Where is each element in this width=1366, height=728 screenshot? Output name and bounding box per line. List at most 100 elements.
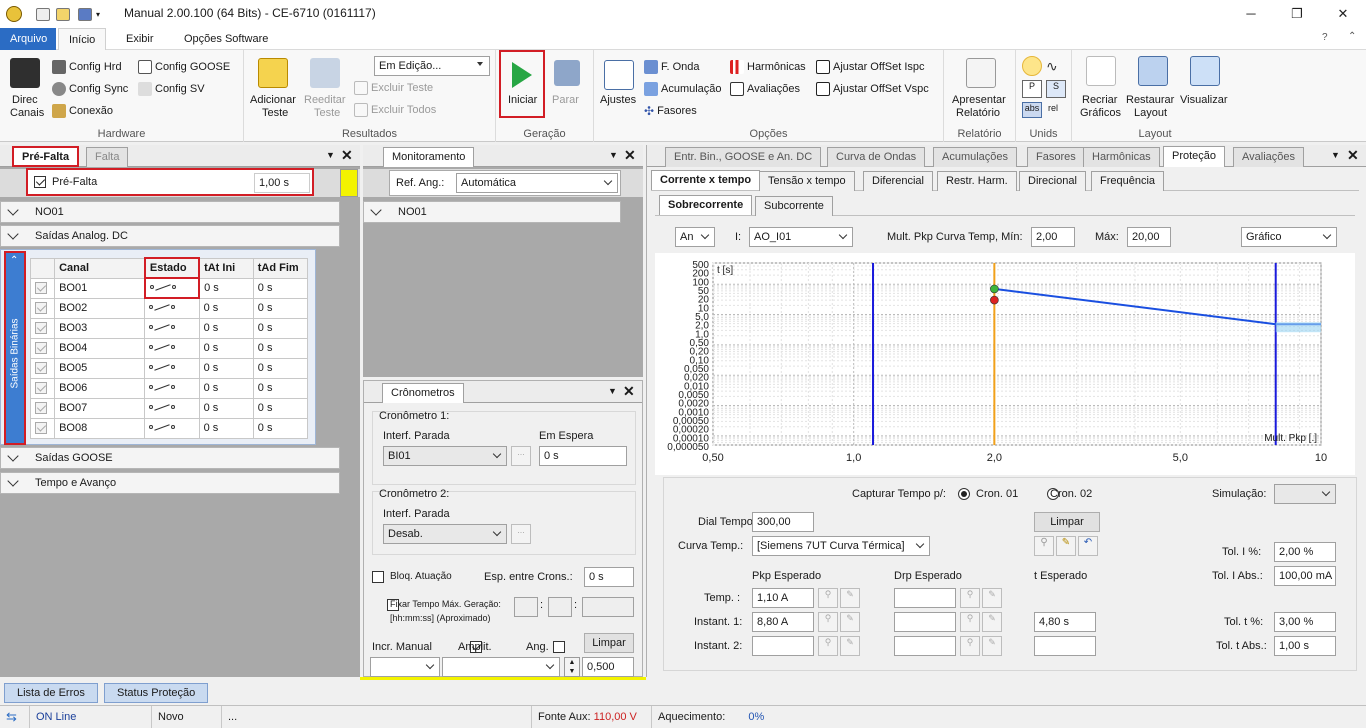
table-row[interactable]: BO08 0 s0 s	[29, 417, 309, 439]
apresentar-label[interactable]: Apresentar	[952, 94, 1006, 106]
save-icon[interactable]	[78, 8, 92, 21]
row-checkbox-cell[interactable]	[29, 397, 56, 419]
tab-arquivo[interactable]: Arquivo	[0, 28, 56, 50]
tad-fim-cell[interactable]: 0 s	[252, 377, 309, 399]
tab-lista-de-erros[interactable]: Lista de Erros	[4, 683, 98, 703]
config-hrd-button[interactable]: Config Hrd	[52, 60, 122, 74]
close-panel-icon[interactable]: ✕	[623, 383, 635, 400]
conexao-button[interactable]: Conexão	[52, 104, 113, 118]
espera-input[interactable]: 0 s	[539, 446, 627, 466]
collapse-ribbon-icon[interactable]: ⌃	[1348, 31, 1356, 42]
tab-inicio[interactable]: Início	[58, 28, 107, 50]
tat-ini-cell[interactable]: 0 s	[198, 297, 254, 319]
c2-interf-select[interactable]: Desab.	[383, 524, 507, 544]
row-checkbox-cell[interactable]	[29, 357, 56, 379]
table-row[interactable]: BO07 0 s0 s	[29, 397, 309, 419]
tat-ini-cell[interactable]: 0 s	[198, 277, 254, 299]
canais-label[interactable]: Canais	[10, 107, 44, 119]
instant-2-t-input[interactable]	[1034, 636, 1096, 656]
tab-exibir[interactable]: Exibir	[116, 28, 164, 50]
time-current-chart[interactable]: 0,50 1,0 2,0 5,0 105002001005020105,02,01,00…	[655, 253, 1355, 475]
panel-menu-icon[interactable]: ▼	[326, 150, 335, 160]
config-sv-button[interactable]: Config SV	[138, 82, 205, 96]
primary-units-icon[interactable]: P	[1022, 80, 1042, 98]
adicionar-teste-icon[interactable]	[258, 58, 288, 88]
recriar-label[interactable]: Recriar	[1082, 94, 1117, 106]
close-panel-icon[interactable]: ✕	[1347, 147, 1359, 164]
subtab-corrente-x-tempo[interactable]: Corrente x tempo	[651, 170, 761, 190]
adicionar-label[interactable]: Adicionar	[250, 94, 296, 106]
tab-protecao[interactable]: Proteção	[1163, 146, 1226, 167]
close-panel-icon[interactable]: ✕	[624, 147, 636, 164]
clock-icon[interactable]	[1022, 56, 1042, 76]
inst1-pkp-brush-icon[interactable]: ✎	[840, 612, 860, 632]
tad-fim-cell[interactable]: 0 s	[252, 357, 309, 379]
iniciar-button[interactable]: Iniciar	[508, 94, 537, 106]
c2-browse-button[interactable]: ...	[511, 524, 531, 544]
tab-avaliacoes[interactable]: Avaliações	[1233, 147, 1304, 167]
temp-drp-input[interactable]	[894, 588, 956, 608]
row-enable-checkbox[interactable]	[35, 422, 47, 435]
harmonicas-button[interactable]: Harmônicas	[730, 60, 806, 74]
tat-ini-cell[interactable]: 0 s	[198, 317, 254, 339]
ajustes-button[interactable]: Ajustes	[600, 94, 636, 106]
inst2-pkp-zoom-icon[interactable]: ⚲	[818, 636, 838, 656]
tat-ini-cell[interactable]: 0 s	[198, 397, 254, 419]
tab-harmonicas[interactable]: Harmônicas	[1083, 147, 1160, 167]
play-icon[interactable]	[512, 62, 532, 88]
subtab-restr-harm[interactable]: Restr. Harm.	[937, 171, 1017, 191]
row-enable-checkbox[interactable]	[35, 342, 47, 355]
section-tempo-e-avanco[interactable]: Tempo e Avanço	[0, 472, 340, 494]
row-enable-checkbox[interactable]	[35, 402, 47, 415]
instant-1-drp-input[interactable]	[894, 612, 956, 632]
tat-ini-cell[interactable]: 0 s	[198, 417, 254, 439]
monitor-section-no01[interactable]: NO01	[363, 201, 621, 223]
rel-toggle[interactable]: rel	[1048, 103, 1058, 113]
report-icon[interactable]	[966, 58, 996, 88]
minimize-button[interactable]: ─	[1228, 0, 1274, 28]
temp-drp-zoom-icon[interactable]: ⚲	[960, 588, 980, 608]
tab-acumulacoes[interactable]: Acumulações	[933, 147, 1018, 167]
curva-temp-select[interactable]: [Siemens 7UT Curva Térmica]	[752, 536, 930, 556]
subtab-diferencial[interactable]: Diferencial	[863, 171, 933, 191]
tol-t-abs-input[interactable]: 1,00 s	[1274, 636, 1336, 656]
section-saidas-goose[interactable]: Saídas GOOSE	[0, 447, 340, 469]
tab-opcoes-software[interactable]: Opções Software	[174, 28, 278, 50]
config-sync-button[interactable]: Config Sync	[52, 82, 128, 96]
fasores-button[interactable]: ✣ Fasores	[644, 104, 697, 118]
section-saidas-analog-dc[interactable]: Saídas Analog. DC	[0, 225, 340, 247]
tad-fim-cell[interactable]: 0 s	[252, 317, 309, 339]
table-row[interactable]: BO06 0 s0 s	[29, 377, 309, 399]
fixar-hh-input[interactable]	[514, 597, 538, 617]
row-enable-checkbox[interactable]	[35, 322, 47, 335]
inst1-pkp-zoom-icon[interactable]: ⚲	[818, 612, 838, 632]
ajustar-offset-vspc-button[interactable]: Ajustar OffSet Vspc	[816, 82, 929, 96]
undo-icon[interactable]: ↶	[1078, 536, 1098, 556]
instant-2-pkp-input[interactable]	[752, 636, 814, 656]
subtab-subcorrente[interactable]: Subcorrente	[755, 196, 833, 216]
ang-checkbox[interactable]	[553, 641, 566, 654]
temp-drp-brush-icon[interactable]: ✎	[982, 588, 1002, 608]
abs-toggle[interactable]: abs	[1022, 102, 1042, 118]
ref-ang-select[interactable]: Automática	[456, 173, 618, 193]
c1-browse-button[interactable]: ...	[511, 446, 531, 466]
row-checkbox-cell[interactable]	[29, 297, 56, 319]
instant-2-drp-input[interactable]	[894, 636, 956, 656]
an-select[interactable]: An	[675, 227, 715, 247]
c1-interf-select[interactable]: BI01	[383, 446, 507, 466]
subtab-frequencia[interactable]: Frequência	[1091, 171, 1165, 191]
dial-tempo-input[interactable]: 300,00	[752, 512, 814, 532]
tab-monitoramento[interactable]: Monitoramento	[383, 147, 475, 167]
limpar-crono-button[interactable]: Limpar	[584, 633, 634, 653]
inst2-drp-zoom-icon[interactable]: ⚲	[960, 636, 980, 656]
acumulacao-button[interactable]: Acumulação	[644, 82, 722, 96]
tat-ini-cell[interactable]: 0 s	[198, 337, 254, 359]
tad-fim-cell[interactable]: 0 s	[252, 277, 309, 299]
pre-falta-checkbox[interactable]	[34, 176, 46, 189]
estado-cell[interactable]	[143, 277, 201, 299]
table-row[interactable]: BO05 0 s0 s	[29, 357, 309, 379]
temp-pkp-zoom-icon[interactable]: ⚲	[818, 588, 838, 608]
tad-fim-cell[interactable]: 0 s	[252, 397, 309, 419]
simulacao-select[interactable]	[1274, 484, 1336, 504]
direc-label[interactable]: Direc	[12, 94, 38, 106]
